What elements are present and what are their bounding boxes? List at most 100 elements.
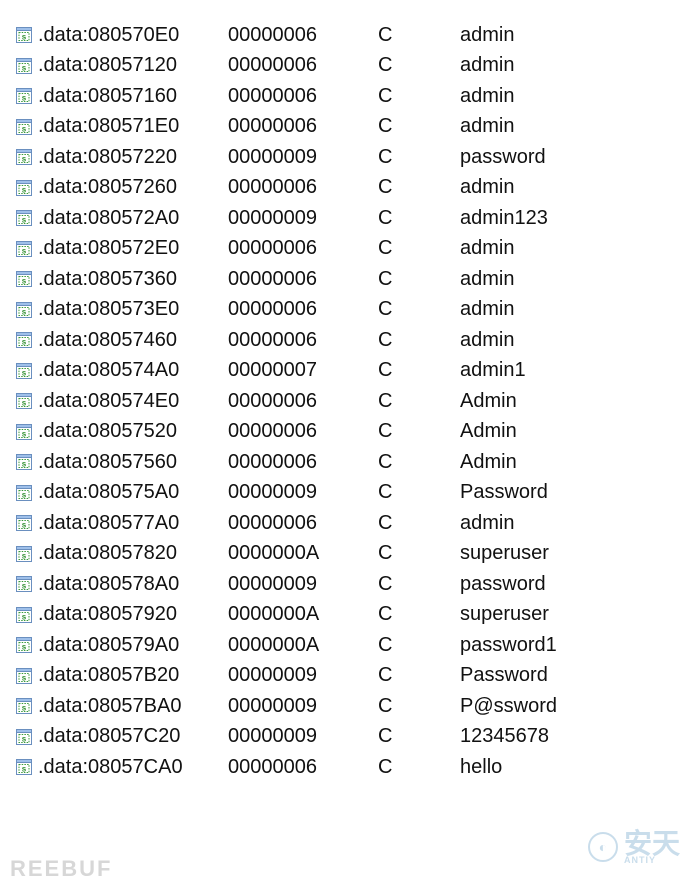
string-value: admin [460,329,670,352]
string-type: C [378,573,460,596]
string-address: .data:08057120 [38,54,228,77]
string-row[interactable]: s .data:080578A000000009Cpassword [16,569,670,600]
string-address: .data:080577A0 [38,512,228,535]
string-type: C [378,695,460,718]
string-type: C [378,115,460,138]
svg-text:s: s [22,246,27,255]
string-row[interactable]: s .data:0805752000000006CAdmin [16,417,670,448]
string-row[interactable]: s .data:0805726000000006Cadmin [16,173,670,204]
string-value: admin [460,237,670,260]
string-row[interactable]: s .data:0805756000000006CAdmin [16,447,670,478]
string-icon: s [16,668,38,684]
string-row[interactable]: s .data:0805716000000006Cadmin [16,81,670,112]
string-length: 00000009 [228,146,378,169]
string-value: Password [460,481,670,504]
string-length: 0000000A [228,542,378,565]
string-length: 00000006 [228,512,378,535]
svg-text:s: s [22,124,27,133]
string-address: .data:080572A0 [38,207,228,230]
string-value: admin [460,298,670,321]
string-row[interactable]: s .data:080574E000000006CAdmin [16,386,670,417]
string-icon: s [16,698,38,714]
string-value: Admin [460,451,670,474]
string-length: 00000006 [228,54,378,77]
string-length: 00000006 [228,237,378,260]
svg-text:s: s [22,33,27,42]
string-type: C [378,298,460,321]
string-value: admin [460,176,670,199]
svg-text:s: s [22,368,27,377]
string-type: C [378,481,460,504]
svg-text:s: s [22,216,27,225]
string-row[interactable]: s .data:08057C2000000009C12345678 [16,722,670,753]
svg-text:s: s [22,673,27,682]
string-type: C [378,390,460,413]
string-address: .data:08057520 [38,420,228,443]
svg-text:s: s [22,338,27,347]
string-row[interactable]: s .data:080572A000000009Cadmin123 [16,203,670,234]
string-length: 00000007 [228,359,378,382]
string-length: 0000000A [228,603,378,626]
string-length: 00000006 [228,24,378,47]
string-row[interactable]: s .data:080579A00000000ACpassword1 [16,630,670,661]
string-value: admin [460,512,670,535]
string-row[interactable]: s .data:080574A000000007Cadmin1 [16,356,670,387]
string-row[interactable]: s .data:08057B2000000009CPassword [16,661,670,692]
string-type: C [378,54,460,77]
watermark-main-text: 安天 [624,831,680,856]
svg-text:s: s [22,307,27,316]
string-row[interactable]: s .data:0805736000000006Cadmin [16,264,670,295]
string-value: superuser [460,603,670,626]
string-row[interactable]: s .data:0805712000000006Cadmin [16,51,670,82]
string-length: 00000006 [228,268,378,291]
string-value: admin [460,24,670,47]
string-length: 00000006 [228,756,378,779]
string-address: .data:080579A0 [38,634,228,657]
svg-text:s: s [22,94,27,103]
svg-text:s: s [22,399,27,408]
string-row[interactable]: s .data:080578200000000ACsuperuser [16,539,670,570]
string-length: 00000009 [228,695,378,718]
svg-text:s: s [22,734,27,743]
string-row[interactable]: s .data:080570E000000006Cadmin [16,20,670,51]
svg-text:s: s [22,612,27,621]
string-icon: s [16,454,38,470]
string-row[interactable]: s .data:080577A000000006Cadmin [16,508,670,539]
string-icon: s [16,576,38,592]
string-type: C [378,207,460,230]
string-length: 00000006 [228,390,378,413]
string-type: C [378,420,460,443]
string-address: .data:08057360 [38,268,228,291]
string-type: C [378,725,460,748]
string-type: C [378,756,460,779]
string-address: .data:080573E0 [38,298,228,321]
string-address: .data:08057BA0 [38,695,228,718]
string-address: .data:080574A0 [38,359,228,382]
svg-text:s: s [22,429,27,438]
string-icon: s [16,302,38,318]
string-row[interactable]: s .data:080575A000000009CPassword [16,478,670,509]
string-address: .data:080572E0 [38,237,228,260]
string-value: superuser [460,542,670,565]
string-row[interactable]: s .data:08057BA000000009CP@ssword [16,691,670,722]
string-address: .data:08057B20 [38,664,228,687]
string-row[interactable]: s .data:080573E000000006Cadmin [16,295,670,326]
string-row[interactable]: s .data:0805722000000009Cpassword [16,142,670,173]
string-row[interactable]: s .data:0805746000000006Cadmin [16,325,670,356]
string-length: 00000009 [228,573,378,596]
string-row[interactable]: s .data:080571E000000006Cadmin [16,112,670,143]
string-row[interactable]: s .data:080579200000000ACsuperuser [16,600,670,631]
string-address: .data:08057CA0 [38,756,228,779]
string-type: C [378,146,460,169]
string-value: Admin [460,390,670,413]
string-row[interactable]: s .data:080572E000000006Cadmin [16,234,670,265]
string-value: admin [460,268,670,291]
string-icon: s [16,58,38,74]
string-value: admin [460,85,670,108]
string-type: C [378,24,460,47]
string-row[interactable]: s .data:08057CA000000006Chello [16,752,670,783]
svg-text:s: s [22,277,27,286]
string-icon: s [16,88,38,104]
svg-text:s: s [22,521,27,530]
string-address: .data:08057920 [38,603,228,626]
